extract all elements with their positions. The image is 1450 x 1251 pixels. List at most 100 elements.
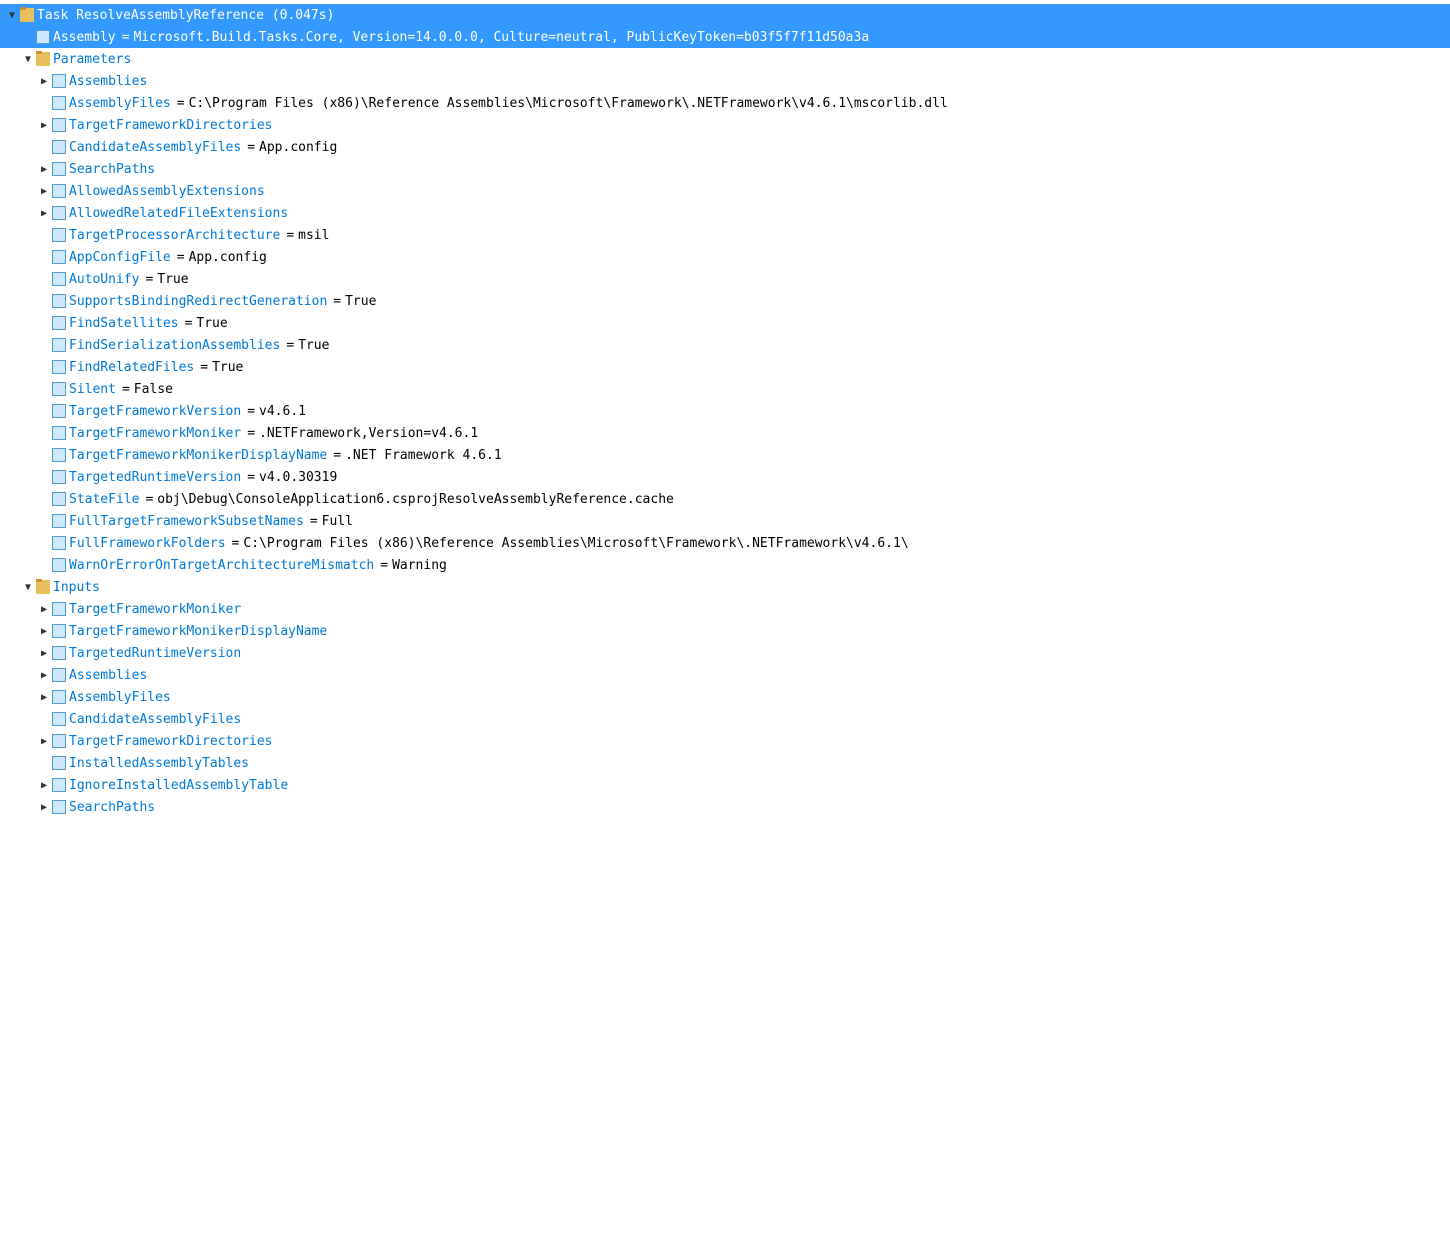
- node-icon: [52, 448, 66, 462]
- folder-icon: [20, 8, 34, 22]
- tree-row[interactable]: ▼Inputs: [0, 576, 1450, 598]
- no-toggle: [36, 139, 52, 155]
- node-value: Microsoft.Build.Tasks.Core, Version=14.0…: [133, 30, 869, 45]
- node-label: Silent: [69, 382, 116, 397]
- tree-row[interactable]: SupportsBindingRedirectGeneration = True: [0, 290, 1450, 312]
- tree-row[interactable]: FullTargetFrameworkSubsetNames = Full: [0, 510, 1450, 532]
- node-icon: [36, 30, 50, 44]
- no-toggle: [36, 271, 52, 287]
- tree-row[interactable]: TargetProcessorArchitecture = msil: [0, 224, 1450, 246]
- tree-row[interactable]: ▶TargetFrameworkDirectories: [0, 114, 1450, 136]
- tree-row[interactable]: ▶TargetedRuntimeVersion: [0, 642, 1450, 664]
- tree-row[interactable]: ▶ SearchPaths: [0, 796, 1450, 818]
- node-icon: [52, 536, 66, 550]
- node-label: SearchPaths: [69, 800, 155, 815]
- tree-row[interactable]: FindSatellites = True: [0, 312, 1450, 334]
- equals-sign: =: [333, 294, 341, 309]
- node-label: TargetFrameworkMonikerDisplayName: [69, 624, 327, 639]
- tree-row[interactable]: AutoUnify = True: [0, 268, 1450, 290]
- equals-sign: =: [177, 96, 185, 111]
- tree-row[interactable]: ▶SearchPaths: [0, 158, 1450, 180]
- expand-toggle[interactable]: ▶: [36, 117, 52, 133]
- tree-row[interactable]: Assembly = Microsoft.Build.Tasks.Core, V…: [0, 26, 1450, 48]
- equals-sign: =: [122, 382, 130, 397]
- tree-row[interactable]: TargetedRuntimeVersion = v4.0.30319: [0, 466, 1450, 488]
- node-icon: [52, 96, 66, 110]
- expand-toggle[interactable]: ▶: [36, 601, 52, 617]
- no-toggle: [36, 425, 52, 441]
- node-value: C:\Program Files (x86)\Reference Assembl…: [189, 96, 948, 111]
- node-icon: [52, 294, 66, 308]
- node-label: Assemblies: [69, 668, 147, 683]
- collapse-toggle[interactable]: ▼: [20, 51, 36, 67]
- expand-toggle[interactable]: ▶: [36, 161, 52, 177]
- expand-toggle[interactable]: ▶: [36, 73, 52, 89]
- tree-row[interactable]: ▶ TargetFrameworkDirectories: [0, 730, 1450, 752]
- tree-row[interactable]: ▶AllowedRelatedFileExtensions: [0, 202, 1450, 224]
- expand-toggle[interactable]: ▶: [36, 799, 52, 815]
- no-toggle: [36, 249, 52, 265]
- tree-row[interactable]: ▶AssemblyFiles: [0, 686, 1450, 708]
- expand-toggle[interactable]: ▶: [36, 623, 52, 639]
- tree-row[interactable]: ▼Task ResolveAssemblyReference (0.047s): [0, 4, 1450, 26]
- collapse-toggle[interactable]: ▼: [20, 579, 36, 595]
- no-toggle: [36, 469, 52, 485]
- node-icon: [52, 470, 66, 484]
- expand-toggle[interactable]: ▶: [36, 645, 52, 661]
- tree-row[interactable]: CandidateAssemblyFiles = App.config: [0, 136, 1450, 158]
- equals-sign: =: [247, 140, 255, 155]
- tree-view: ▼Task ResolveAssemblyReference (0.047s)A…: [0, 0, 1450, 822]
- node-label: AllowedAssemblyExtensions: [69, 184, 265, 199]
- tree-row[interactable]: TargetFrameworkMonikerDisplayName = .NET…: [0, 444, 1450, 466]
- expand-toggle[interactable]: ▶: [36, 205, 52, 221]
- tree-row[interactable]: ▶Assemblies: [0, 70, 1450, 92]
- node-icon: [52, 426, 66, 440]
- tree-row[interactable]: CandidateAssemblyFiles: [0, 708, 1450, 730]
- equals-sign: =: [286, 338, 294, 353]
- expand-toggle[interactable]: ▶: [36, 733, 52, 749]
- tree-row[interactable]: Silent = False: [0, 378, 1450, 400]
- expand-toggle[interactable]: ▶: [36, 183, 52, 199]
- tree-row[interactable]: InstalledAssemblyTables: [0, 752, 1450, 774]
- equals-sign: =: [310, 514, 318, 529]
- tree-row[interactable]: ▼Parameters: [0, 48, 1450, 70]
- node-icon: [52, 492, 66, 506]
- node-label: TargetFrameworkDirectories: [69, 734, 273, 749]
- node-label: TargetFrameworkVersion: [69, 404, 241, 419]
- node-icon: [52, 558, 66, 572]
- tree-row[interactable]: ▶ TargetFrameworkMoniker: [0, 598, 1450, 620]
- no-toggle: [36, 557, 52, 573]
- node-label: CandidateAssemblyFiles: [69, 712, 241, 727]
- node-value: v4.0.30319: [259, 470, 337, 485]
- expand-toggle[interactable]: ▶: [36, 689, 52, 705]
- tree-row[interactable]: ▶IgnoreInstalledAssemblyTable: [0, 774, 1450, 796]
- node-value: C:\Program Files (x86)\Reference Assembl…: [243, 536, 908, 551]
- node-icon: [52, 184, 66, 198]
- tree-row[interactable]: FindSerializationAssemblies = True: [0, 334, 1450, 356]
- no-toggle: [36, 447, 52, 463]
- equals-sign: =: [177, 250, 185, 265]
- tree-row[interactable]: ▶ Assemblies: [0, 664, 1450, 686]
- node-icon: [52, 690, 66, 704]
- tree-row[interactable]: AppConfigFile = App.config: [0, 246, 1450, 268]
- expand-toggle[interactable]: ▶: [36, 777, 52, 793]
- node-icon: [52, 316, 66, 330]
- tree-row[interactable]: FullFrameworkFolders = C:\Program Files …: [0, 532, 1450, 554]
- node-label: TargetFrameworkMoniker: [69, 602, 241, 617]
- node-value: True: [196, 316, 227, 331]
- node-label: WarnOrErrorOnTargetArchitectureMismatch: [69, 558, 374, 573]
- no-toggle: [36, 95, 52, 111]
- tree-row[interactable]: WarnOrErrorOnTargetArchitectureMismatch …: [0, 554, 1450, 576]
- tree-row[interactable]: StateFile = obj\Debug\ConsoleApplication…: [0, 488, 1450, 510]
- node-value: obj\Debug\ConsoleApplication6.csprojReso…: [157, 492, 674, 507]
- tree-row[interactable]: ▶ TargetFrameworkMonikerDisplayName: [0, 620, 1450, 642]
- tree-row[interactable]: TargetFrameworkMoniker = .NETFramework,V…: [0, 422, 1450, 444]
- expand-toggle[interactable]: ▶: [36, 667, 52, 683]
- node-value: App.config: [189, 250, 267, 265]
- node-label: FullFrameworkFolders: [69, 536, 226, 551]
- collapse-toggle[interactable]: ▼: [4, 7, 20, 23]
- tree-row[interactable]: TargetFrameworkVersion = v4.6.1: [0, 400, 1450, 422]
- tree-row[interactable]: AssemblyFiles = C:\Program Files (x86)\R…: [0, 92, 1450, 114]
- tree-row[interactable]: FindRelatedFiles = True: [0, 356, 1450, 378]
- tree-row[interactable]: ▶ AllowedAssemblyExtensions: [0, 180, 1450, 202]
